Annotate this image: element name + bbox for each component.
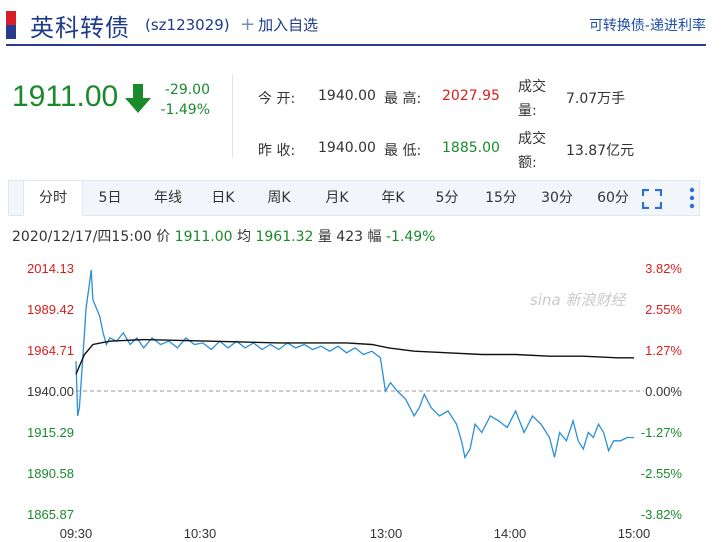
tab-monthly-k[interactable]: 月K	[315, 181, 359, 215]
x-tick-label: 13:00	[370, 526, 403, 541]
stock-code: (sz123029)	[145, 16, 230, 34]
stock-flag-icon	[6, 11, 16, 39]
y-right-tick-label: 1.27%	[645, 343, 682, 358]
y-right-tick-label: -1.27%	[641, 425, 683, 440]
amount-label-1: 成交	[518, 131, 546, 147]
x-tick-label: 09:30	[60, 526, 93, 541]
tab-5min[interactable]: 5分	[429, 181, 465, 215]
y-left-tick-label: 2014.13	[27, 261, 74, 276]
open-value: 1940.00	[318, 88, 376, 104]
tab-daily-k[interactable]: 日K	[201, 181, 245, 215]
volume-label-2: 量:	[518, 103, 537, 119]
x-tick-label: 15:00	[618, 526, 651, 541]
info-avg-label: 均	[237, 229, 252, 245]
tab-15min[interactable]: 15分	[479, 181, 523, 215]
hover-info-line: 2020/12/17/四15:00 价 1911.00 均 1961.32 量 …	[12, 226, 435, 246]
stock-header: 英科转债 (sz123029) + 加入自选 可转换债-递进利率	[0, 0, 724, 46]
info-price: 1911.00	[174, 229, 233, 245]
tab-weekly-k[interactable]: 周K	[257, 181, 301, 215]
y-left-tick-label: 1890.58	[27, 466, 74, 481]
volume-label-1: 成交	[518, 79, 546, 95]
info-vol-label: 量	[317, 229, 332, 245]
info-price-label: 价	[156, 229, 171, 245]
price-change-block: -29.00 -1.49%	[158, 80, 210, 120]
bond-type-link[interactable]: 可转换债-递进利率	[589, 15, 706, 35]
y-right-tick-label: -2.55%	[641, 466, 683, 481]
price-change-pct: -1.49%	[160, 102, 210, 118]
add-to-watchlist-label: 加入自选	[258, 16, 319, 34]
y-right-tick-label: 0.00%	[645, 384, 682, 399]
plus-icon: +	[240, 14, 256, 35]
info-range: -1.49%	[385, 229, 436, 245]
info-vol: 423	[336, 229, 364, 245]
amount-value: 13.87亿元	[566, 143, 635, 159]
tab-intraday[interactable]: 分时	[23, 181, 83, 216]
quote-summary: 1911.00 -29.00 -1.49% 今 开: 1940.00 最 高: …	[0, 66, 724, 176]
quote-divider	[232, 74, 233, 158]
chart-period-tabs: 分时 5日 年线 日K 周K 月K 年K 5分 15分 30分 60分	[8, 180, 700, 216]
current-price: 1911.00	[12, 80, 119, 113]
header-divider	[6, 44, 706, 46]
y-left-tick-label: 1865.87	[27, 507, 74, 522]
amount-label-2: 额:	[518, 155, 537, 171]
more-options-icon[interactable]	[687, 187, 697, 209]
y-left-tick-label: 1940.00	[27, 384, 74, 399]
y-right-tick-label: 3.82%	[645, 261, 682, 276]
low-value: 1885.00	[442, 140, 500, 156]
y-right-tick-label: -3.82%	[641, 507, 683, 522]
open-label: 今 开:	[258, 91, 296, 107]
intraday-chart[interactable]: sina 新浪财经 2014.13 1989.42 1964.71 1940.00 191…	[0, 250, 724, 542]
x-tick-label: 10:30	[184, 526, 217, 541]
fullscreen-icon[interactable]	[642, 189, 662, 209]
info-datetime: 2020/12/17/四15:00	[12, 229, 152, 245]
stock-name: 英科转债	[30, 14, 130, 42]
add-to-watchlist-button[interactable]: + 加入自选	[240, 14, 318, 35]
tab-5day[interactable]: 5日	[89, 181, 131, 215]
high-label: 最 高:	[384, 91, 422, 107]
x-tick-label: 14:00	[494, 526, 527, 541]
y-left-tick-label: 1989.42	[27, 302, 74, 317]
chart-watermark: sina 新浪财经	[530, 291, 627, 309]
average-price-line	[75, 338, 634, 375]
y-left-tick-label: 1964.71	[27, 343, 74, 358]
tab-yearly-k[interactable]: 年K	[371, 181, 415, 215]
info-avg: 1961.32	[255, 229, 314, 245]
y-right-tick-label: 2.55%	[645, 302, 682, 317]
info-range-label: 幅	[367, 229, 382, 245]
low-label: 最 低:	[384, 143, 422, 159]
tab-60min[interactable]: 60分	[591, 181, 635, 215]
down-arrow-icon	[125, 84, 151, 113]
volume-value: 7.07万手	[566, 91, 626, 107]
tab-yearline[interactable]: 年线	[143, 181, 193, 215]
prev-close-label: 昨 收:	[258, 143, 296, 159]
tab-30min[interactable]: 30分	[535, 181, 579, 215]
y-left-tick-label: 1915.29	[27, 425, 74, 440]
price-change: -29.00	[164, 82, 210, 98]
high-value: 2027.95	[442, 88, 500, 104]
prev-close-value: 1940.00	[318, 140, 376, 156]
